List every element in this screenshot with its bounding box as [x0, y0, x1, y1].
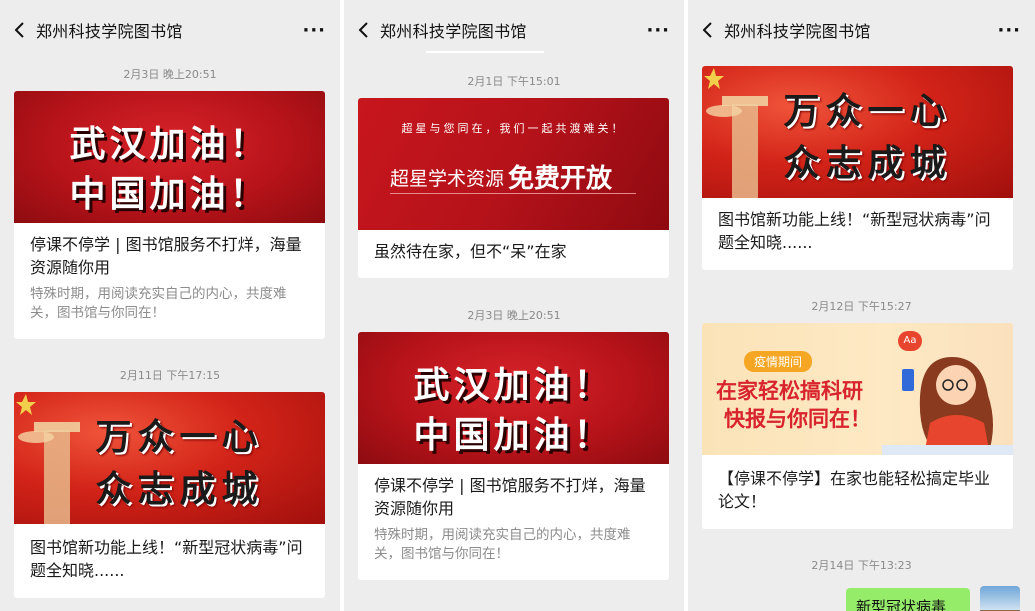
back-arrow-icon[interactable]	[356, 21, 374, 39]
article-card[interactable]: 超星与您同在，我们一起共渡难关！ 超星学术资源 免费开放 虽然待在家，但不“呆”…	[358, 98, 669, 278]
article-card[interactable]: 万众一心 众志成城 图书馆新功能上线！“新型冠状病毒”问题全知晓......	[702, 66, 1013, 270]
banner-text: 万众一心	[783, 91, 952, 132]
chat-title: 郑州科技学院图书馆	[380, 22, 527, 41]
article-banner-image: 超星与您同在，我们一起共渡难关！ 超星学术资源 免费开放	[358, 98, 669, 230]
chat-panel-2: 郑州科技学院图书馆 ··· 2月1日 下午15:01 超星与您同在，我们一起共渡…	[344, 0, 684, 611]
chat-bubble-icon: Aa	[898, 331, 922, 351]
banner-text: 万众一心	[95, 417, 264, 458]
top-bar: 郑州科技学院图书馆 ···	[688, 0, 1035, 60]
article-card[interactable]: 疫情期间 在家轻松搞科研 快报与你同在！ Aa 【停课不停学】在家也能轻松搞定毕…	[702, 323, 1013, 529]
article-title: 图书馆新功能上线！“新型冠状病毒”问题全知晓......	[30, 538, 303, 580]
article-banner-image: 疫情期间 在家轻松搞科研 快报与你同在！ Aa	[702, 323, 1013, 455]
article-banner-image: 万众一心 众志成城	[14, 392, 325, 524]
article-card[interactable]: 武汉加油！ 中国加油！ 停课不停学 | 图书馆服务不打烊，海量资源随你用 特殊时…	[14, 91, 325, 339]
article-title: 停课不停学 | 图书馆服务不打烊，海量资源随你用	[30, 235, 302, 277]
timestamp: 2月3日 晚上20:51	[123, 68, 217, 81]
more-dots-icon[interactable]: ···	[646, 20, 670, 41]
banner-divider	[390, 193, 636, 194]
banner-subtitle: 超星与您同在，我们一起共渡难关！	[401, 122, 626, 135]
timestamp: 2月14日 下午13:23	[811, 559, 912, 572]
more-dots-icon[interactable]: ···	[997, 20, 1021, 41]
more-dots-icon[interactable]: ···	[302, 20, 326, 41]
chat-title: 郑州科技学院图书馆	[36, 22, 183, 41]
banner-text: 免费开放	[508, 164, 613, 194]
article-title: 虽然待在家，但不“呆”在家	[374, 242, 567, 261]
banner-tag: 疫情期间	[744, 351, 813, 372]
article-banner-image: 万众一心 众志成城	[702, 66, 1013, 198]
banner-text: 超星学术资源	[390, 168, 505, 190]
sent-message-bubble[interactable]: 新型冠状病毒	[846, 588, 970, 611]
chat-title: 郑州科技学院图书馆	[724, 22, 871, 41]
back-arrow-icon[interactable]	[700, 21, 718, 39]
title-underline	[426, 51, 544, 53]
article-card[interactable]: 万众一心 众志成城 图书馆新功能上线！“新型冠状病毒”问题全知晓......	[14, 392, 325, 598]
banner-text: 在家轻松搞科研	[716, 379, 863, 403]
banner-text: 武汉加油！	[413, 365, 614, 406]
banner-text: 中国加油！	[69, 174, 270, 215]
banner-text: 快报与你同在！	[724, 407, 871, 431]
top-bar: 郑州科技学院图书馆 ···	[344, 0, 684, 60]
banner-text: 众志成城	[783, 143, 952, 184]
article-summary: 特殊时期，用阅读充实自己的内心，共度难关，图书馆与你同在！	[30, 286, 287, 321]
back-arrow-icon[interactable]	[12, 21, 30, 39]
article-title: 图书馆新功能上线！“新型冠状病毒”问题全知晓......	[718, 210, 991, 252]
article-title: 【停课不停学】在家也能轻松搞定毕业论文！	[718, 469, 991, 511]
chat-panel-1: 郑州科技学院图书馆 ··· 2月3日 晚上20:51 武汉加油！ 中国加油！ 停…	[0, 0, 340, 611]
timestamp: 2月11日 下午17:15	[119, 369, 221, 382]
avatar[interactable]	[980, 586, 1020, 611]
timestamp: 2月1日 下午15:01	[467, 75, 561, 88]
article-banner-image: 武汉加油！ 中国加油！	[14, 91, 325, 223]
chat-panel-3: 郑州科技学院图书馆 ··· 万众一心 众志成城 图书馆新功能上线！“新型冠状病毒…	[688, 0, 1035, 611]
article-card[interactable]: 武汉加油！ 中国加油！ 停课不停学 | 图书馆服务不打烊，海量资源随你用 特殊时…	[358, 332, 669, 580]
article-banner-image: 武汉加油！ 中国加油！	[358, 332, 669, 464]
article-summary: 特殊时期，用阅读充实自己的内心，共度难关，图书馆与你同在！	[374, 527, 631, 562]
article-title: 停课不停学 | 图书馆服务不打烊，海量资源随你用	[374, 476, 646, 518]
top-bar: 郑州科技学院图书馆 ···	[0, 0, 340, 60]
banner-text: 武汉加油！	[69, 124, 270, 165]
timestamp: 2月12日 下午15:27	[811, 300, 912, 313]
banner-text: 中国加油！	[413, 415, 614, 456]
timestamp: 2月3日 晚上20:51	[467, 309, 561, 322]
banner-text: 众志成城	[95, 469, 264, 510]
